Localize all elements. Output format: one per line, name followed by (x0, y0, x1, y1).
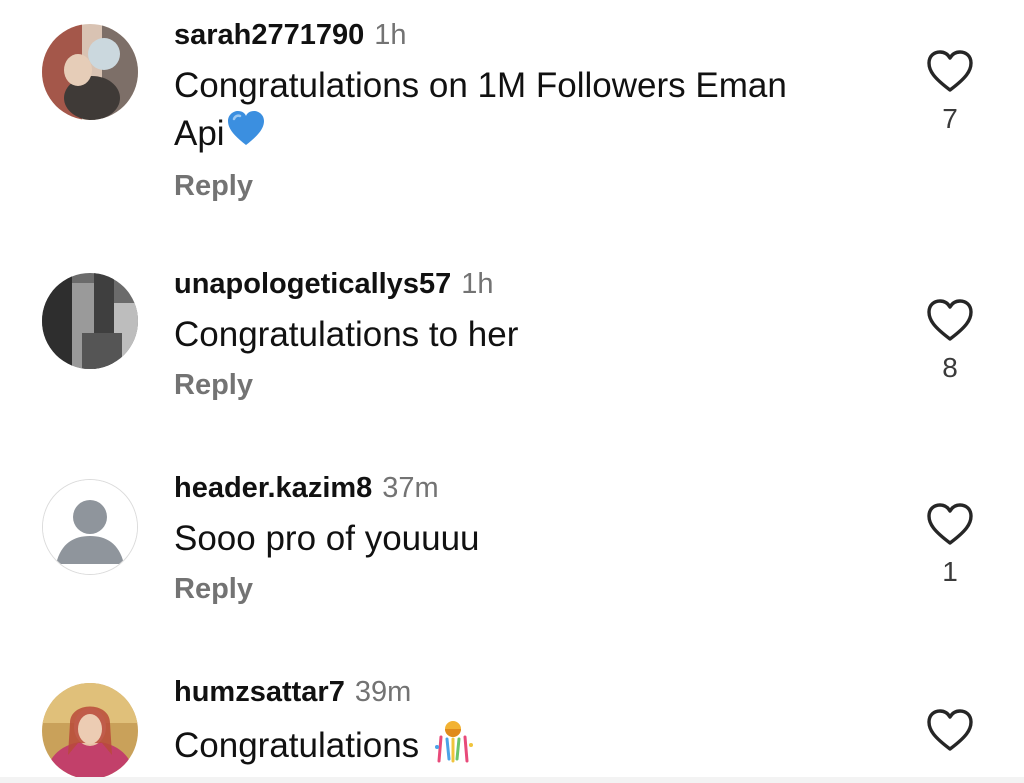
username[interactable]: unapologeticallys57 (174, 268, 451, 300)
like-count: 7 (942, 103, 958, 134)
like-count: 8 (942, 352, 958, 383)
blue-heart-icon (227, 111, 265, 160)
comment-body: humzsattar7 39m Congratulations (174, 675, 874, 776)
reply-button[interactable]: Reply (174, 571, 253, 607)
avatar-photo (42, 24, 138, 120)
timestamp: 1h (461, 268, 494, 300)
comment-text-line1: Congratulations (174, 725, 420, 765)
avatar[interactable] (42, 683, 138, 779)
comment-meta: header.kazim8 37m (174, 471, 874, 505)
comment-text-line2: Api (174, 114, 225, 153)
comment-body: unapologeticallys57 1h Congratulations to… (174, 267, 874, 403)
comment-text: Congratulations (174, 719, 874, 776)
like-control: 8 (924, 297, 976, 385)
username[interactable]: humzsattar7 (174, 676, 345, 708)
bottom-edge (0, 777, 1024, 783)
timestamp: 1h (374, 19, 407, 51)
timestamp: 39m (354, 676, 412, 708)
avatar-photo (42, 273, 138, 369)
comment-meta: sarah2771790 1h (174, 18, 874, 52)
heart-outline-icon[interactable] (924, 501, 976, 549)
reply-button[interactable]: Reply (174, 168, 253, 204)
heart-outline-icon[interactable] (924, 297, 976, 345)
like-control: 7 (924, 48, 976, 136)
username[interactable]: header.kazim8 (174, 472, 372, 504)
like-control: 1 (924, 501, 976, 589)
avatar[interactable] (42, 273, 138, 369)
avatar-photo (42, 683, 138, 779)
timestamp: 37m (382, 472, 439, 504)
heart-outline-icon[interactable] (924, 48, 976, 96)
heart-outline-icon[interactable] (924, 707, 976, 755)
like-control (924, 707, 976, 755)
avatar[interactable] (42, 24, 138, 120)
username[interactable]: sarah2771790 (174, 19, 364, 51)
like-count: 1 (942, 556, 958, 587)
confetti-ball-icon (431, 719, 475, 776)
comment-text-line1: Congratulations on 1M Followers Eman (174, 66, 787, 105)
comment-body: header.kazim8 37m Sooo pro of youuuu Repl… (174, 471, 874, 607)
comment-body: sarah2771790 1h Congratulations on 1M Fol… (174, 18, 874, 204)
comment-text: Sooo pro of youuuu (174, 519, 480, 558)
comment-text: Congratulations on 1M Followers Eman Api (174, 62, 874, 160)
person-icon (43, 480, 137, 574)
reply-button[interactable]: Reply (174, 367, 253, 403)
comment-meta: unapologeticallys57 1h (174, 267, 874, 301)
avatar[interactable] (42, 479, 138, 575)
comment-meta: humzsattar7 39m (174, 675, 874, 709)
comment-text: Congratulations to her (174, 315, 519, 354)
